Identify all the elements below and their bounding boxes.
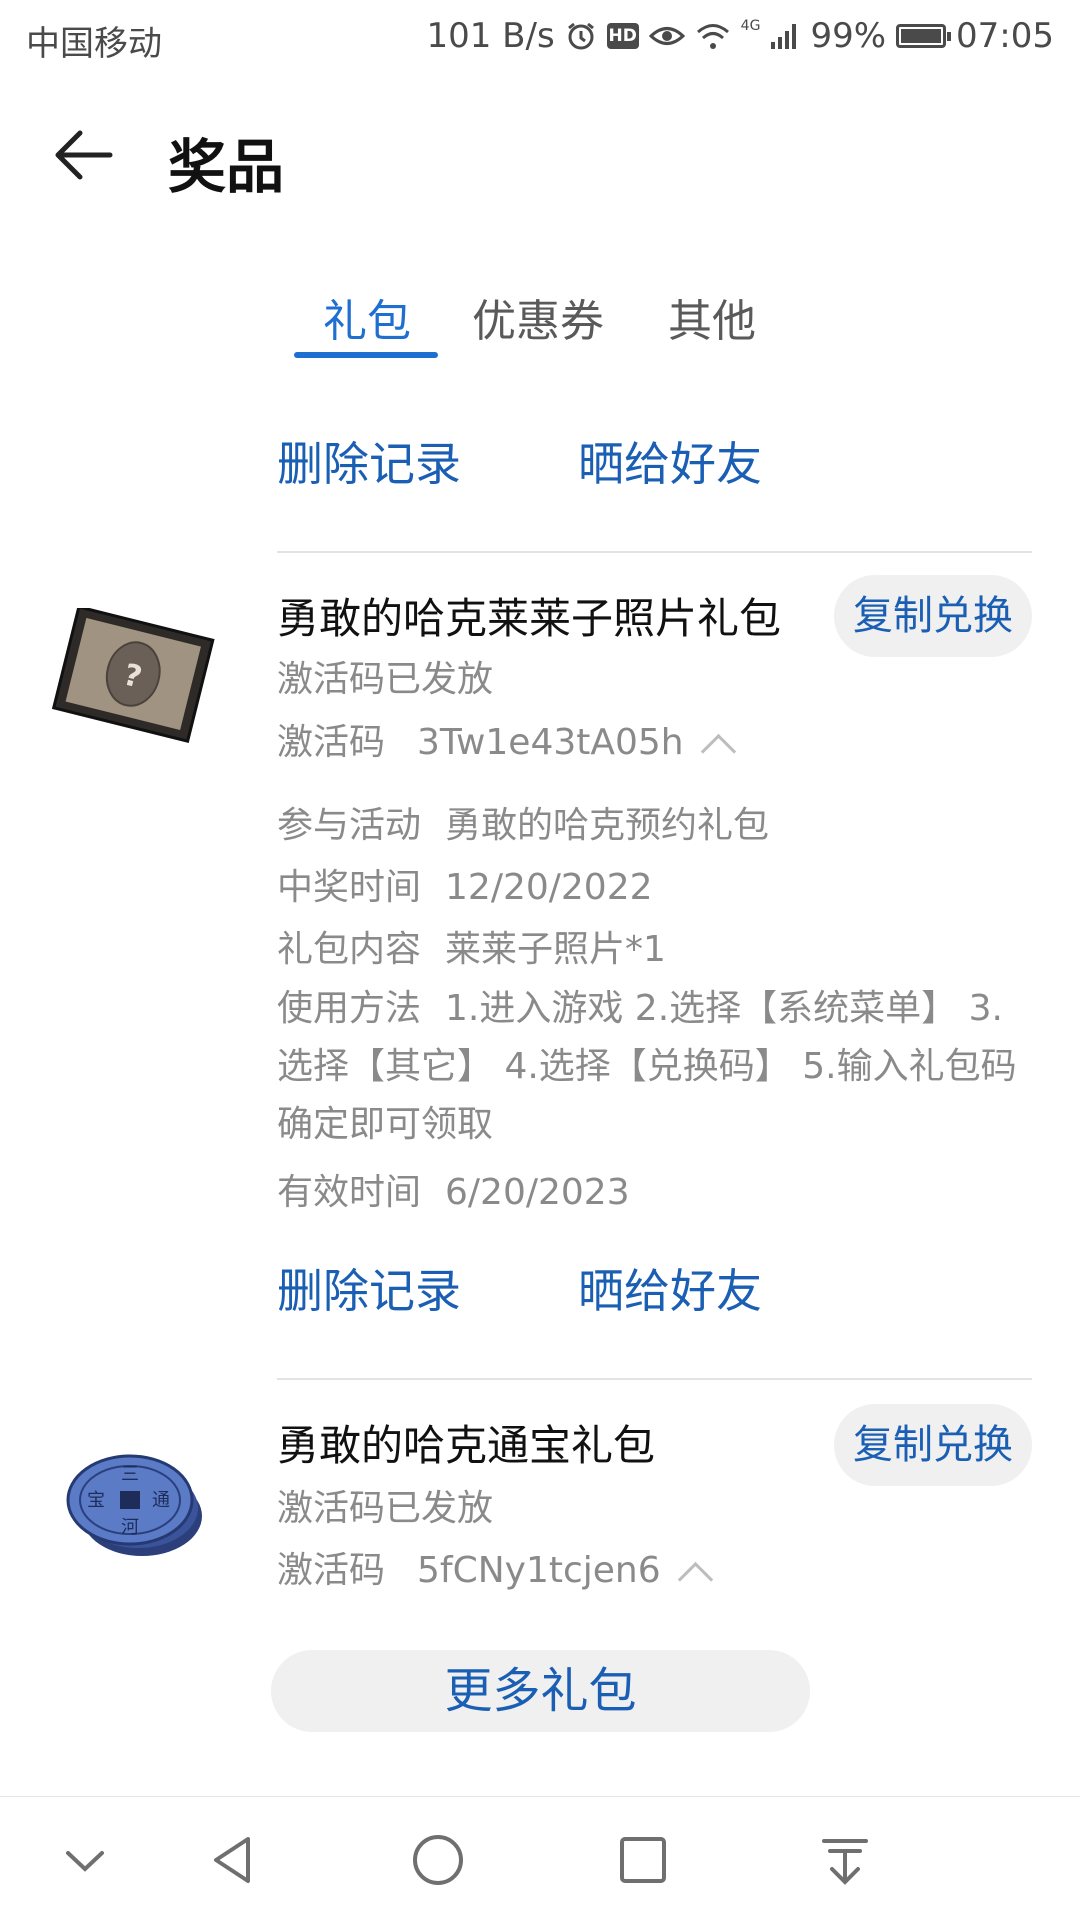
coin-char-right: 通: [152, 1490, 170, 1511]
copy-redeem-button[interactable]: 复制兑换: [834, 575, 1032, 657]
nav-back-icon[interactable]: [200, 1825, 270, 1895]
network-type: 4G: [740, 18, 761, 34]
detail-usage: 使用方法 1.进入游戏 2.选择【系统菜单】 3.选择【其它】 4.选择【兑换码】…: [277, 980, 1032, 1154]
detail-win-time: 中奖时间 12/20/2022: [277, 858, 653, 910]
tab-coupons[interactable]: 优惠券: [472, 285, 604, 349]
gift-item-status: 激活码已发放: [277, 659, 494, 700]
activation-code-row: 激活码 3Tw1e43tA05h: [277, 713, 736, 770]
alarm-icon: [567, 22, 594, 50]
active-tab-indicator: [294, 352, 438, 358]
nav-notification-icon[interactable]: [810, 1825, 880, 1895]
gift-item-title: 勇敢的哈克莱莱子照片礼包: [277, 594, 782, 643]
delete-record-link[interactable]: 删除记录: [277, 428, 461, 494]
delete-record-link[interactable]: 删除记录: [277, 1255, 461, 1321]
signal-icon: [771, 24, 797, 49]
divider: [277, 1378, 1032, 1380]
tab-other[interactable]: 其他: [668, 285, 756, 349]
nav-recents-icon[interactable]: [608, 1825, 678, 1895]
nav-home-icon[interactable]: [403, 1825, 473, 1895]
detail-value: 12/20/2022: [445, 867, 653, 908]
coin-char-left: 宝: [87, 1490, 105, 1511]
activation-code-label: 激活码: [277, 722, 386, 763]
system-navigation-bar: [0, 1796, 1080, 1921]
activation-code-value: 3Tw1e43tA05h: [417, 722, 684, 763]
clock: 07:05: [956, 16, 1054, 56]
page-title: 奖品: [168, 133, 285, 201]
detail-label: 有效时间: [277, 1172, 422, 1213]
collapse-chevron-icon[interactable]: [677, 1561, 713, 1598]
share-friends-link[interactable]: 晒给好友: [578, 428, 762, 494]
tab-gift-pack[interactable]: 礼包: [323, 285, 411, 349]
status-bar: 中国移动 101 B/s HD 4G 99% 07:05: [0, 0, 1080, 74]
detail-valid-time: 有效时间 6/20/2023: [277, 1163, 630, 1215]
divider: [277, 551, 1032, 553]
copy-redeem-button[interactable]: 复制兑换: [834, 1404, 1032, 1486]
gift-item-title: 勇敢的哈克通宝礼包: [277, 1421, 656, 1470]
collapse-chevron-icon[interactable]: [700, 733, 736, 770]
coin-char-top: 三: [121, 1464, 139, 1485]
detail-label: 中奖时间: [277, 867, 422, 908]
more-gift-packs-button[interactable]: 更多礼包: [271, 1650, 810, 1732]
wifi-icon: [696, 24, 729, 49]
eye-icon: [648, 27, 685, 45]
share-friends-link[interactable]: 晒给好友: [578, 1255, 762, 1321]
net-speed: 101 B/s: [426, 16, 555, 56]
battery-icon: [896, 24, 952, 48]
coin-char-bottom: 河: [121, 1517, 139, 1538]
activation-code-row: 激活码 5fCNy1tcjen6: [277, 1541, 713, 1598]
detail-value: 勇敢的哈克预约礼包: [445, 805, 770, 846]
back-arrow-icon[interactable]: [50, 120, 120, 190]
hide-chevron-icon[interactable]: [50, 1825, 120, 1895]
detail-content: 礼包内容 莱莱子照片*1: [277, 920, 666, 972]
coin-icon: 三 通 河 宝: [66, 1454, 202, 1556]
detail-activity: 参与活动 勇敢的哈克预约礼包: [277, 796, 769, 848]
photo-card-icon: ?: [51, 608, 215, 743]
detail-value: 莱莱子照片*1: [445, 929, 666, 970]
detail-label: 使用方法: [277, 988, 422, 1029]
hd-icon: HD: [606, 23, 639, 49]
carrier-name: 中国移动: [26, 24, 162, 64]
activation-code-label: 激活码: [277, 1550, 386, 1591]
activation-code-value: 5fCNy1tcjen6: [417, 1550, 661, 1591]
detail-label: 礼包内容: [277, 929, 422, 970]
battery-percent: 99%: [810, 16, 887, 56]
detail-value: 6/20/2023: [445, 1172, 630, 1213]
detail-label: 参与活动: [277, 805, 422, 846]
gift-item-status: 激活码已发放: [277, 1488, 494, 1529]
status-icons: 101 B/s HD 4G 99% 07:05: [426, 16, 1054, 56]
